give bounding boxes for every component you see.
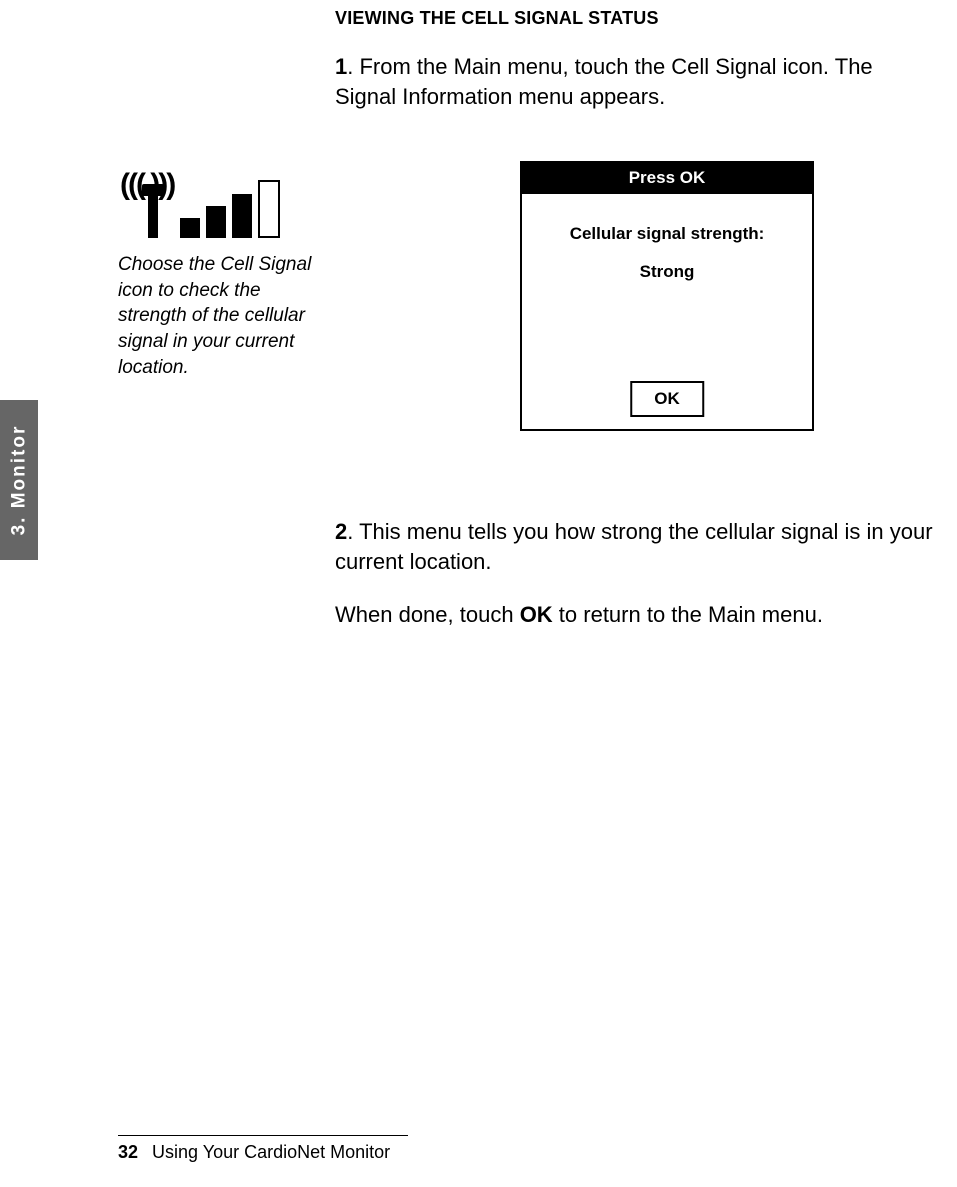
device-body: Cellular signal strength: Strong OK [522, 194, 812, 429]
device-titlebar: Press OK [522, 163, 812, 194]
ok-button[interactable]: OK [630, 381, 704, 417]
tower-post-icon [148, 192, 158, 238]
page-footer: 32 Using Your CardioNet Monitor [118, 1135, 927, 1163]
page-number: 32 [118, 1142, 138, 1162]
section-heading: VIEWING THE CELL SIGNAL STATUS [335, 8, 659, 29]
step-2-text: . This menu tells you how strong the cel… [335, 519, 933, 574]
step-1-text: . From the Main menu, touch the Cell Sig… [335, 54, 873, 109]
step-1-number: 1 [335, 54, 347, 79]
icon-caption: Choose the Cell Signal icon to check the… [118, 252, 313, 380]
signal-bar-3-icon [232, 194, 252, 238]
step-2: 2. This menu tells you how strong the ce… [335, 517, 937, 630]
step-2-finish: When done, touch OK to return to the Mai… [335, 600, 937, 630]
signal-bar-2-icon [206, 206, 226, 238]
signal-bar-4-icon [258, 180, 280, 238]
cell-signal-icon: ((( ))) [118, 170, 288, 238]
device-screen: Press OK Cellular signal strength: Stron… [520, 161, 814, 431]
signal-strength-value: Strong [534, 262, 800, 282]
signal-bar-1-icon [180, 218, 200, 238]
step-1: 1. From the Main menu, touch the Cell Si… [335, 52, 937, 111]
step-2-finish-suffix: to return to the Main menu. [553, 602, 823, 627]
chapter-tab: 3. Monitor [0, 400, 38, 560]
step-2-finish-prefix: When done, touch [335, 602, 520, 627]
signal-strength-label: Cellular signal strength: [534, 224, 800, 244]
footer-title: Using Your CardioNet Monitor [152, 1142, 390, 1162]
chapter-tab-label: 3. Monitor [8, 425, 30, 536]
footer-divider [118, 1135, 408, 1136]
step-2-number: 2 [335, 519, 347, 544]
step-2-finish-bold: OK [520, 602, 553, 627]
